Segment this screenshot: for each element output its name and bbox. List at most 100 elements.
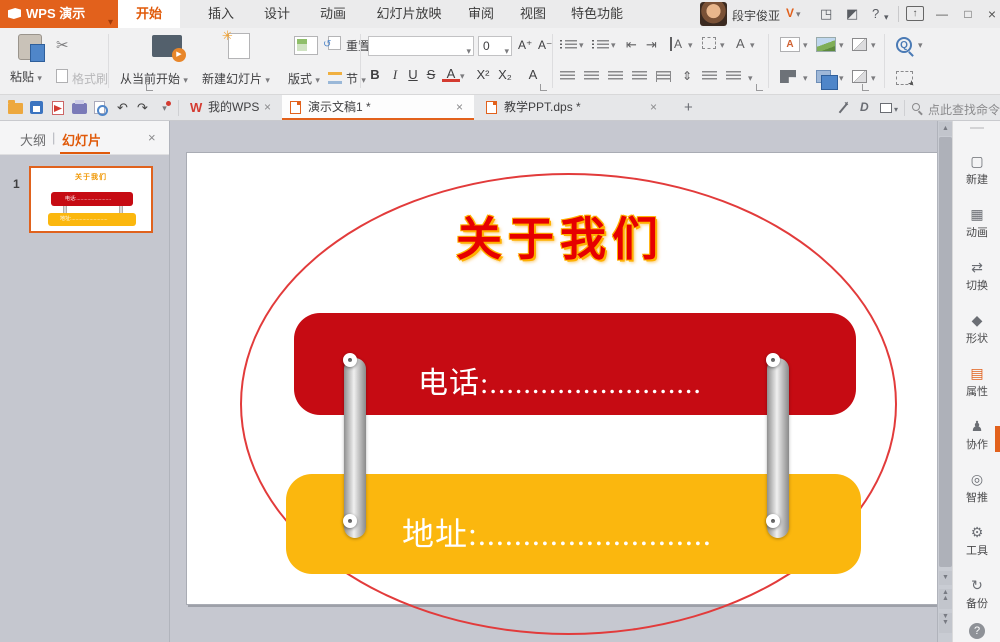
avatar[interactable] — [700, 2, 727, 26]
chevron-down-icon[interactable]: ▾ — [720, 40, 725, 51]
fullscreen-upload-button[interactable]: ↑ — [906, 6, 924, 21]
slide-thumbnail[interactable]: 关于我们 电话:......................... 地址:...… — [29, 166, 153, 233]
increase-font-button[interactable]: A⁺ — [518, 38, 532, 52]
reset-icon[interactable] — [328, 36, 341, 50]
close-button[interactable]: × — [982, 6, 1000, 22]
chevron-down-icon[interactable]: ▾ — [803, 73, 808, 84]
address-text[interactable]: 地址:.......................... — [402, 509, 712, 555]
menu-tab-design[interactable]: 设计 — [252, 0, 302, 28]
sidebar-item-collaborate[interactable]: ♟ 协作 — [953, 418, 1000, 452]
underline-button[interactable]: U — [404, 66, 422, 84]
store-icon[interactable]: ◳ — [820, 7, 832, 21]
docer-icon[interactable]: D — [860, 100, 869, 114]
menu-tab-animation[interactable]: 动画 — [308, 0, 358, 28]
open-file-icon[interactable] — [8, 103, 23, 114]
chevron-down-icon[interactable]: ▾ — [839, 73, 844, 84]
shape-fill-icon[interactable] — [780, 70, 796, 83]
align-justify-icon[interactable] — [632, 71, 647, 82]
tab-close-icon[interactable]: × — [264, 95, 271, 120]
skin-icon[interactable]: ◩ — [846, 7, 858, 21]
panel-close-icon[interactable]: × — [148, 130, 156, 145]
menu-tab-home[interactable]: 开始 — [118, 0, 180, 28]
bold-button[interactable]: B — [366, 66, 384, 84]
tab-close-icon[interactable]: × — [456, 95, 463, 120]
sidebar-item-smart-recommend[interactable]: ◎ 智推 — [953, 471, 1000, 505]
previous-slide-button[interactable]: ▲ ▲ — [939, 589, 952, 609]
subscript-button[interactable]: X₂ — [496, 66, 514, 84]
beautify-wand-icon[interactable] — [839, 104, 848, 114]
ring-bottom-left[interactable] — [343, 514, 357, 528]
menu-tab-slideshow[interactable]: 幻灯片放映 — [366, 0, 452, 28]
menu-tab-insert[interactable]: 插入 — [196, 0, 246, 28]
new-slide-button[interactable]: 新建幻灯片 ▾ — [202, 70, 270, 87]
chevron-down-icon[interactable]: ▾ — [748, 73, 753, 84]
redo-button[interactable]: ↷ — [134, 100, 151, 116]
slide-title[interactable]: 关于我们 — [340, 203, 780, 269]
chevron-down-icon[interactable]: ▾ — [579, 40, 584, 51]
sidebar-item-properties[interactable]: ▤ 属性 — [953, 365, 1000, 399]
paragraph-dialog-launcher[interactable] — [756, 84, 763, 91]
play-from-current-icon[interactable] — [152, 35, 182, 57]
tab-close-icon[interactable]: × — [650, 95, 657, 120]
cut-icon[interactable]: ✂ — [56, 36, 69, 54]
chevron-down-icon[interactable]: ▾ — [611, 40, 616, 51]
superscript-button[interactable]: X² — [474, 66, 492, 84]
restore-button[interactable]: □ — [958, 6, 978, 22]
menu-tab-view[interactable]: 视图 — [508, 0, 558, 28]
decrease-indent-icon[interactable]: ⇤ — [626, 37, 637, 53]
scroll-up-button[interactable]: ▲ — [939, 122, 952, 136]
export-pdf-icon[interactable] — [52, 101, 64, 115]
new-slide-icon[interactable] — [228, 33, 250, 59]
chevron-down-icon[interactable]: ▾ — [918, 40, 923, 51]
save-icon[interactable] — [30, 101, 43, 114]
vertical-scrollbar[interactable]: ▲ ▼ ▲ ▲ ▼ ▼ — [937, 121, 952, 642]
chevron-down-icon[interactable]: ▾ — [871, 40, 876, 51]
sidebar-item-new[interactable]: ▢ 新建 — [953, 153, 1000, 187]
scrollbar-thumb[interactable] — [939, 137, 952, 567]
help-icon[interactable]: ? — [872, 7, 879, 21]
layout-icon[interactable] — [294, 36, 318, 55]
find-replace-icon[interactable]: Q — [896, 37, 912, 53]
minimize-button[interactable]: — — [932, 6, 952, 22]
chevron-down-icon[interactable]: ▾ — [803, 40, 808, 51]
align-right-icon[interactable] — [608, 71, 623, 82]
menu-tab-review[interactable]: 审阅 — [456, 0, 506, 28]
font-color-button[interactable]: A — [442, 66, 460, 82]
text-direction-icon[interactable]: A — [670, 37, 682, 51]
chevron-down-icon[interactable]: ▾ — [460, 71, 465, 82]
paragraph-spacing-icon[interactable] — [702, 71, 717, 82]
new-tab-button[interactable]: + — [684, 99, 693, 116]
format-painter-button[interactable]: 格式刷 — [72, 70, 108, 87]
clear-format-button[interactable]: A — [524, 66, 542, 84]
ring-bottom-right[interactable] — [766, 514, 780, 528]
tab-teaching-ppt[interactable]: 教学PPT.dps * × — [478, 95, 668, 120]
window-switch-icon[interactable] — [880, 103, 892, 113]
strap-right[interactable] — [767, 358, 789, 538]
tab-outline[interactable]: 大纲 — [20, 130, 46, 149]
sidebar-item-animation[interactable]: ▦ 动画 — [953, 206, 1000, 240]
chevron-down-icon[interactable]: ▾ — [750, 40, 755, 51]
distribute-icon[interactable] — [656, 71, 671, 82]
tab-presentation1[interactable]: 演示文稿1 * × — [282, 95, 474, 120]
align-left-icon[interactable] — [560, 71, 575, 82]
layout-button[interactable]: 版式 ▾ — [288, 70, 320, 87]
strap-left[interactable] — [344, 358, 366, 538]
chevron-down-icon[interactable]: ▾ — [688, 40, 693, 51]
strikethrough-button[interactable]: S — [422, 66, 440, 84]
selection-pane-icon[interactable] — [896, 71, 913, 85]
ring-top-left[interactable] — [343, 353, 357, 367]
undo-button[interactable]: ↶ — [114, 100, 131, 116]
copy-icon[interactable] — [56, 69, 68, 83]
panel-handle[interactable] — [970, 127, 984, 129]
sidebar-item-transition[interactable]: ⇄ 切换 — [953, 259, 1000, 293]
font-size-select[interactable]: 0▾ — [478, 36, 512, 56]
font-dialog-launcher[interactable] — [540, 84, 547, 91]
textbox-icon[interactable]: A — [780, 37, 800, 52]
font-family-select[interactable]: ▾ — [368, 36, 474, 56]
chevron-down-icon[interactable]: ▾ — [894, 105, 898, 114]
bullets-icon[interactable] — [560, 40, 577, 51]
print-preview-icon[interactable] — [94, 101, 105, 114]
arrange-icon[interactable] — [816, 70, 831, 83]
sidebar-item-shapes[interactable]: ◆ 形状 — [953, 312, 1000, 346]
ring-top-right[interactable] — [766, 353, 780, 367]
